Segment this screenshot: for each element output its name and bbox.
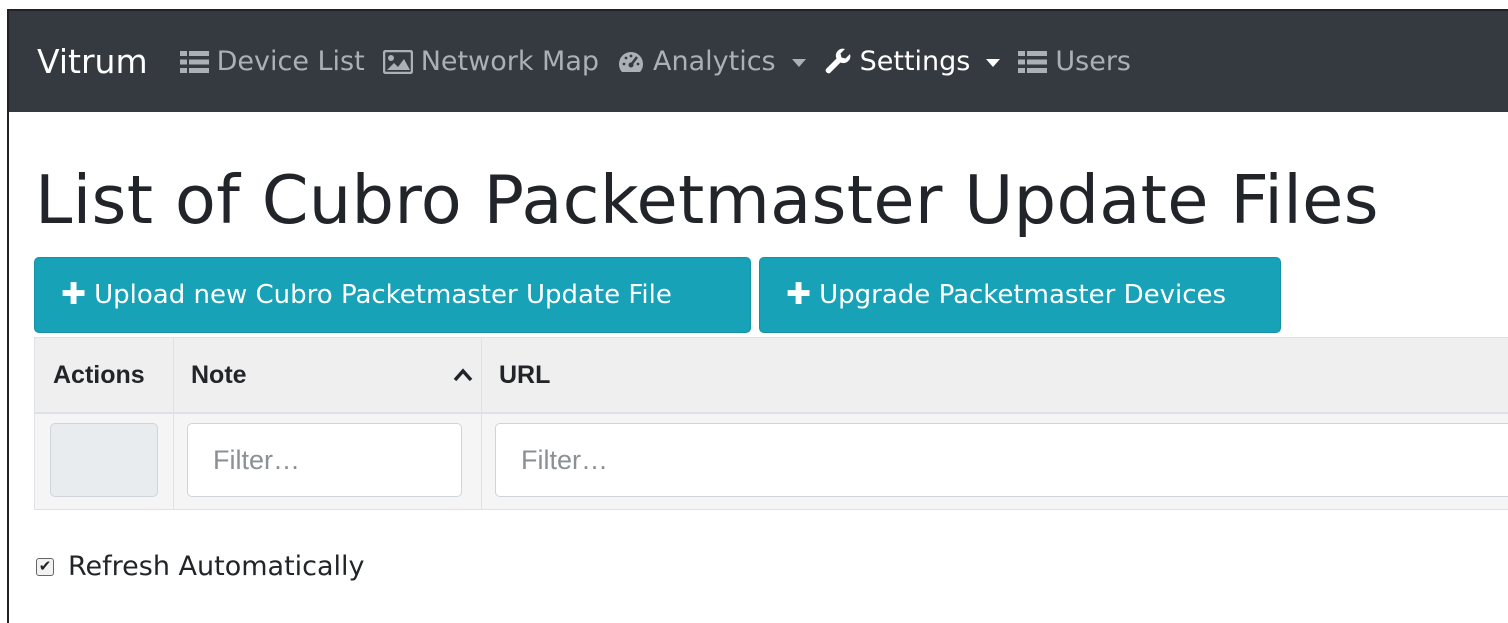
- wrench-icon: [825, 48, 850, 73]
- top-navbar: Vitrum Device List Network Map Analytics…: [9, 11, 1508, 112]
- brand-link[interactable]: Vitrum: [37, 42, 148, 81]
- nav-network-map-label: Network Map: [420, 46, 600, 77]
- upload-button-label: Upload new Cubro Packetmaster Update Fil…: [94, 280, 672, 310]
- refresh-automatically-toggle[interactable]: ✔ Refresh Automatically: [36, 551, 365, 582]
- plus-icon: ✚: [61, 277, 87, 312]
- note-header-label: Note: [191, 360, 247, 389]
- list-icon: [179, 50, 209, 73]
- chevron-down-icon: [986, 58, 1001, 67]
- url-filter-input[interactable]: [495, 423, 1508, 497]
- nav-network-map[interactable]: Network Map: [382, 46, 600, 77]
- nav-settings-label: Settings: [859, 46, 971, 77]
- dashboard-icon: [619, 51, 644, 72]
- actions-filter-cell: [50, 423, 158, 497]
- filter-row: [35, 414, 1508, 509]
- upgrade-devices-button[interactable]: ✚ Upgrade Packetmaster Devices: [759, 257, 1281, 333]
- sort-ascending-icon: [453, 368, 473, 382]
- image-icon: [382, 49, 413, 74]
- upgrade-button-label: Upgrade Packetmaster Devices: [819, 280, 1227, 310]
- refresh-checkbox[interactable]: ✔: [36, 557, 54, 576]
- column-divider: [481, 414, 482, 509]
- table-header: Actions Note URL: [35, 338, 1508, 414]
- nav-settings-dropdown[interactable]: Settings: [824, 46, 1001, 77]
- column-header-url[interactable]: URL: [499, 338, 550, 412]
- refresh-label: Refresh Automatically: [68, 551, 365, 582]
- list-icon: [1018, 50, 1048, 73]
- column-divider: [481, 338, 482, 412]
- nav-analytics-dropdown[interactable]: Analytics: [617, 46, 806, 77]
- chevron-down-icon: [791, 58, 806, 67]
- update-files-table: Actions Note URL: [34, 337, 1508, 510]
- nav-device-list[interactable]: Device List: [179, 46, 365, 77]
- nav-device-list-label: Device List: [216, 46, 365, 77]
- page-title: List of Cubro Packetmaster Update Files: [35, 161, 1379, 239]
- nav-users[interactable]: Users: [1018, 46, 1131, 77]
- nav-users-label: Users: [1055, 46, 1131, 77]
- column-header-note[interactable]: Note: [191, 338, 473, 412]
- app-window: Vitrum Device List Network Map Analytics…: [7, 9, 1508, 623]
- upload-update-file-button[interactable]: ✚ Upload new Cubro Packetmaster Update F…: [34, 257, 751, 333]
- column-divider: [173, 338, 174, 412]
- plus-icon: ✚: [786, 277, 812, 312]
- note-filter-input[interactable]: [187, 423, 462, 497]
- nav-analytics-label: Analytics: [653, 46, 776, 77]
- column-header-actions: Actions: [53, 360, 145, 389]
- column-divider: [173, 414, 174, 509]
